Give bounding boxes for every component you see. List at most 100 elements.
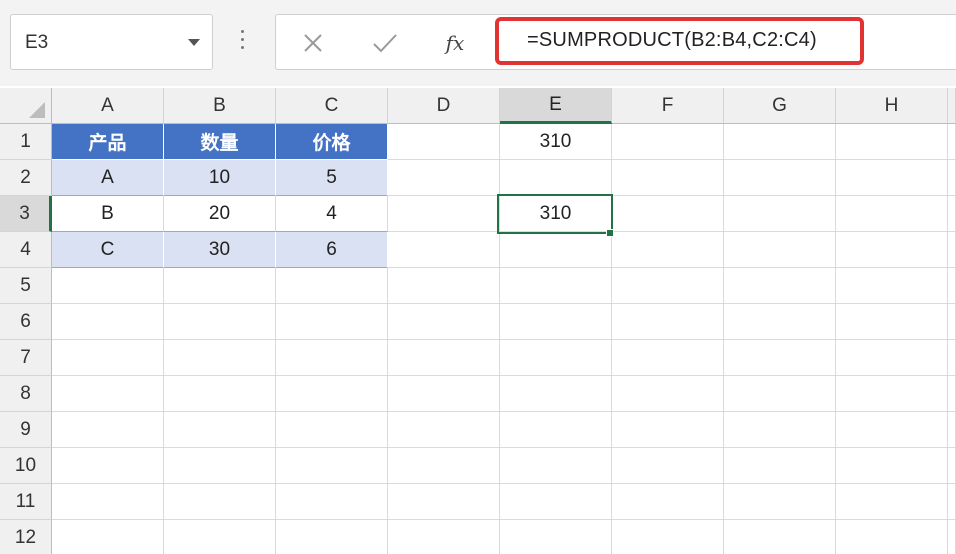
cell-g3[interactable] xyxy=(724,196,836,232)
cell-g5[interactable] xyxy=(724,268,836,304)
column-header-b[interactable]: B xyxy=(164,88,276,124)
cell-g8[interactable] xyxy=(724,376,836,412)
cell-a11[interactable] xyxy=(52,484,164,520)
cell-f10[interactable] xyxy=(612,448,724,484)
cell-d5[interactable] xyxy=(388,268,500,304)
cell-h7[interactable] xyxy=(836,340,948,376)
cell-b12[interactable] xyxy=(164,520,276,554)
row-header-3[interactable]: 3 xyxy=(0,196,52,232)
cell-d8[interactable] xyxy=(388,376,500,412)
cancel-button[interactable] xyxy=(296,27,330,59)
cell-e5[interactable] xyxy=(500,268,612,304)
cell-i11[interactable] xyxy=(948,484,956,520)
cell-e8[interactable] xyxy=(500,376,612,412)
row-header-10[interactable]: 10 xyxy=(0,448,52,484)
column-header-d[interactable]: D xyxy=(388,88,500,124)
cell-d3[interactable] xyxy=(388,196,500,232)
cell-a10[interactable] xyxy=(52,448,164,484)
select-all-button[interactable] xyxy=(0,88,52,124)
cell-d7[interactable] xyxy=(388,340,500,376)
row-header-1[interactable]: 1 xyxy=(0,124,52,160)
formula-input[interactable]: =SUMPRODUCT(B2:B4,C2:C4) xyxy=(495,17,864,65)
cell-b11[interactable] xyxy=(164,484,276,520)
cell-h4[interactable] xyxy=(836,232,948,268)
cell-h9[interactable] xyxy=(836,412,948,448)
cell-a12[interactable] xyxy=(52,520,164,554)
cell-i9[interactable] xyxy=(948,412,956,448)
cell-f3[interactable] xyxy=(612,196,724,232)
cell-f9[interactable] xyxy=(612,412,724,448)
cell-e2[interactable] xyxy=(500,160,612,196)
cell-a9[interactable] xyxy=(52,412,164,448)
cell-d1[interactable] xyxy=(388,124,500,160)
chevron-down-icon[interactable] xyxy=(188,39,200,46)
column-header-c[interactable]: C xyxy=(276,88,388,124)
row-header-12[interactable]: 12 xyxy=(0,520,52,554)
cell-f11[interactable] xyxy=(612,484,724,520)
cell-d2[interactable] xyxy=(388,160,500,196)
column-header-f[interactable]: F xyxy=(612,88,724,124)
row-header-9[interactable]: 9 xyxy=(0,412,52,448)
cell-b6[interactable] xyxy=(164,304,276,340)
cell-f1[interactable] xyxy=(612,124,724,160)
cell-g7[interactable] xyxy=(724,340,836,376)
column-header-partial[interactable] xyxy=(948,88,956,124)
column-header-h[interactable]: H xyxy=(836,88,948,124)
cell-e7[interactable] xyxy=(500,340,612,376)
cell-c1[interactable]: 价格 xyxy=(276,124,388,160)
cell-b8[interactable] xyxy=(164,376,276,412)
cell-e4[interactable] xyxy=(500,232,612,268)
cell-b7[interactable] xyxy=(164,340,276,376)
cell-c10[interactable] xyxy=(276,448,388,484)
column-header-e[interactable]: E xyxy=(500,88,612,124)
cell-b10[interactable] xyxy=(164,448,276,484)
cell-f2[interactable] xyxy=(612,160,724,196)
cell-f6[interactable] xyxy=(612,304,724,340)
cell-b3[interactable]: 20 xyxy=(164,196,276,232)
cell-d10[interactable] xyxy=(388,448,500,484)
fill-handle[interactable] xyxy=(606,229,614,237)
cell-i1[interactable] xyxy=(948,124,956,160)
insert-function-button[interactable]: fx xyxy=(438,27,472,59)
cell-f12[interactable] xyxy=(612,520,724,554)
cell-b5[interactable] xyxy=(164,268,276,304)
cell-d6[interactable] xyxy=(388,304,500,340)
cell-h8[interactable] xyxy=(836,376,948,412)
column-header-g[interactable]: G xyxy=(724,88,836,124)
cell-c9[interactable] xyxy=(276,412,388,448)
cell-h2[interactable] xyxy=(836,160,948,196)
cell-g12[interactable] xyxy=(724,520,836,554)
cell-a8[interactable] xyxy=(52,376,164,412)
cell-f7[interactable] xyxy=(612,340,724,376)
cell-e10[interactable] xyxy=(500,448,612,484)
row-header-5[interactable]: 5 xyxy=(0,268,52,304)
cell-f8[interactable] xyxy=(612,376,724,412)
cell-a7[interactable] xyxy=(52,340,164,376)
cell-c6[interactable] xyxy=(276,304,388,340)
cell-c7[interactable] xyxy=(276,340,388,376)
cell-i7[interactable] xyxy=(948,340,956,376)
cell-d11[interactable] xyxy=(388,484,500,520)
cell-h10[interactable] xyxy=(836,448,948,484)
cell-e3[interactable]: 310 xyxy=(500,196,612,232)
cell-g6[interactable] xyxy=(724,304,836,340)
cell-b1[interactable]: 数量 xyxy=(164,124,276,160)
cell-a4[interactable]: C xyxy=(52,232,164,268)
cell-h5[interactable] xyxy=(836,268,948,304)
cell-g11[interactable] xyxy=(724,484,836,520)
cell-c4[interactable]: 6 xyxy=(276,232,388,268)
cell-i8[interactable] xyxy=(948,376,956,412)
cell-d4[interactable] xyxy=(388,232,500,268)
cell-g9[interactable] xyxy=(724,412,836,448)
cell-c2[interactable]: 5 xyxy=(276,160,388,196)
cell-h1[interactable] xyxy=(836,124,948,160)
row-header-2[interactable]: 2 xyxy=(0,160,52,196)
cell-i12[interactable] xyxy=(948,520,956,554)
cell-i10[interactable] xyxy=(948,448,956,484)
cell-e12[interactable] xyxy=(500,520,612,554)
row-header-11[interactable]: 11 xyxy=(0,484,52,520)
cell-a5[interactable] xyxy=(52,268,164,304)
cell-b4[interactable]: 30 xyxy=(164,232,276,268)
cell-a1[interactable]: 产品 xyxy=(52,124,164,160)
cell-h11[interactable] xyxy=(836,484,948,520)
